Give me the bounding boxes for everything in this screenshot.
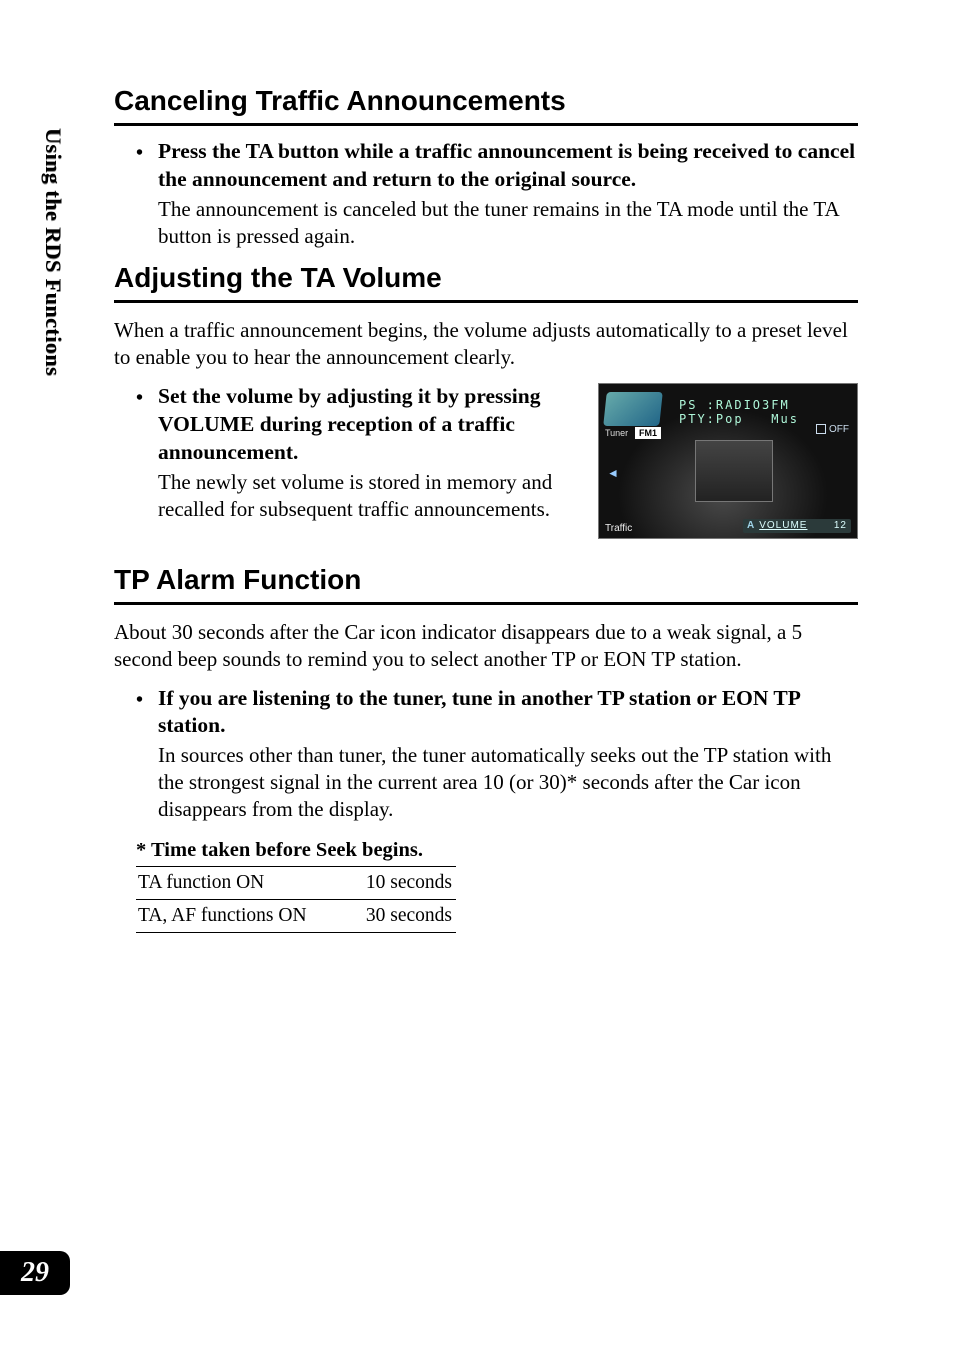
table-row: TA function ON 10 seconds (136, 867, 456, 900)
bullet-dot-icon: • (136, 685, 158, 824)
shot-ps-line: PS :RADIO3FM (679, 398, 790, 412)
bullet-dot-icon: • (136, 383, 158, 523)
shot-volume-bar: A VOLUME 12 (743, 519, 851, 533)
shot-traffic-label: Traffic (605, 523, 632, 534)
volume-instruction: Set the volume by adjusting it by pressi… (158, 383, 580, 467)
tp-instruction: If you are listening to the tuner, tune … (158, 685, 858, 741)
heading-tp-alarm: TP Alarm Function (114, 565, 858, 605)
logo-icon (603, 392, 663, 426)
left-arrow-icon: ◄ (607, 466, 619, 481)
tp-intro: About 30 seconds after the Car icon indi… (114, 619, 858, 673)
shot-off-text: OFF (829, 424, 849, 435)
cancel-detail: The announcement is canceled but the tun… (158, 196, 858, 250)
shot-off-indicator: OFF (816, 424, 849, 435)
volume-detail: The newly set volume is stored in memory… (158, 469, 580, 523)
heading-volume: Adjusting the TA Volume (114, 263, 858, 303)
tuner-screenshot: Tuner FM1 PS :RADIO3FM PTY:Pop Mus OFF ◄… (598, 383, 858, 539)
heading-cancel: Canceling Traffic Announcements (114, 86, 858, 126)
seek-row-value: 10 seconds (346, 867, 456, 900)
side-tab-label: Using the RDS Functions (36, 128, 66, 376)
bullet-volume: • Set the volume by adjusting it by pres… (114, 383, 580, 523)
shot-center-graphic (695, 440, 773, 502)
page-number-tab: 29 (0, 1251, 70, 1295)
table-row: TA, AF functions ON 30 seconds (136, 900, 456, 933)
bullet-cancel: • Press the TA button while a traffic an… (114, 138, 858, 250)
bullet-tp: • If you are listening to the tuner, tun… (114, 685, 858, 824)
seek-table: TA function ON 10 seconds TA, AF functio… (136, 866, 456, 933)
seek-row-value: 30 seconds (346, 900, 456, 933)
shot-vol-prefix: A (747, 520, 755, 531)
shot-vol-label: VOLUME (759, 520, 834, 531)
volume-intro: When a traffic announcement begins, the … (114, 317, 858, 371)
shot-vol-value: 12 (834, 520, 847, 531)
seek-row-label: TA, AF functions ON (136, 900, 346, 933)
tp-detail: In sources other than tuner, the tuner a… (158, 742, 858, 823)
shot-band-label: Tuner (605, 428, 628, 438)
cancel-instruction: Press the TA button while a traffic anno… (158, 138, 858, 194)
shot-pty-line: PTY:Pop Mus (679, 412, 799, 426)
seek-row-label: TA function ON (136, 867, 346, 900)
bullet-dot-icon: • (136, 138, 158, 250)
shot-band-value: FM1 (635, 427, 661, 439)
seek-table-caption: * Time taken before Seek begins. (114, 839, 858, 862)
page-number: 29 (21, 1257, 49, 1289)
main-content: Canceling Traffic Announcements • Press … (114, 86, 858, 933)
